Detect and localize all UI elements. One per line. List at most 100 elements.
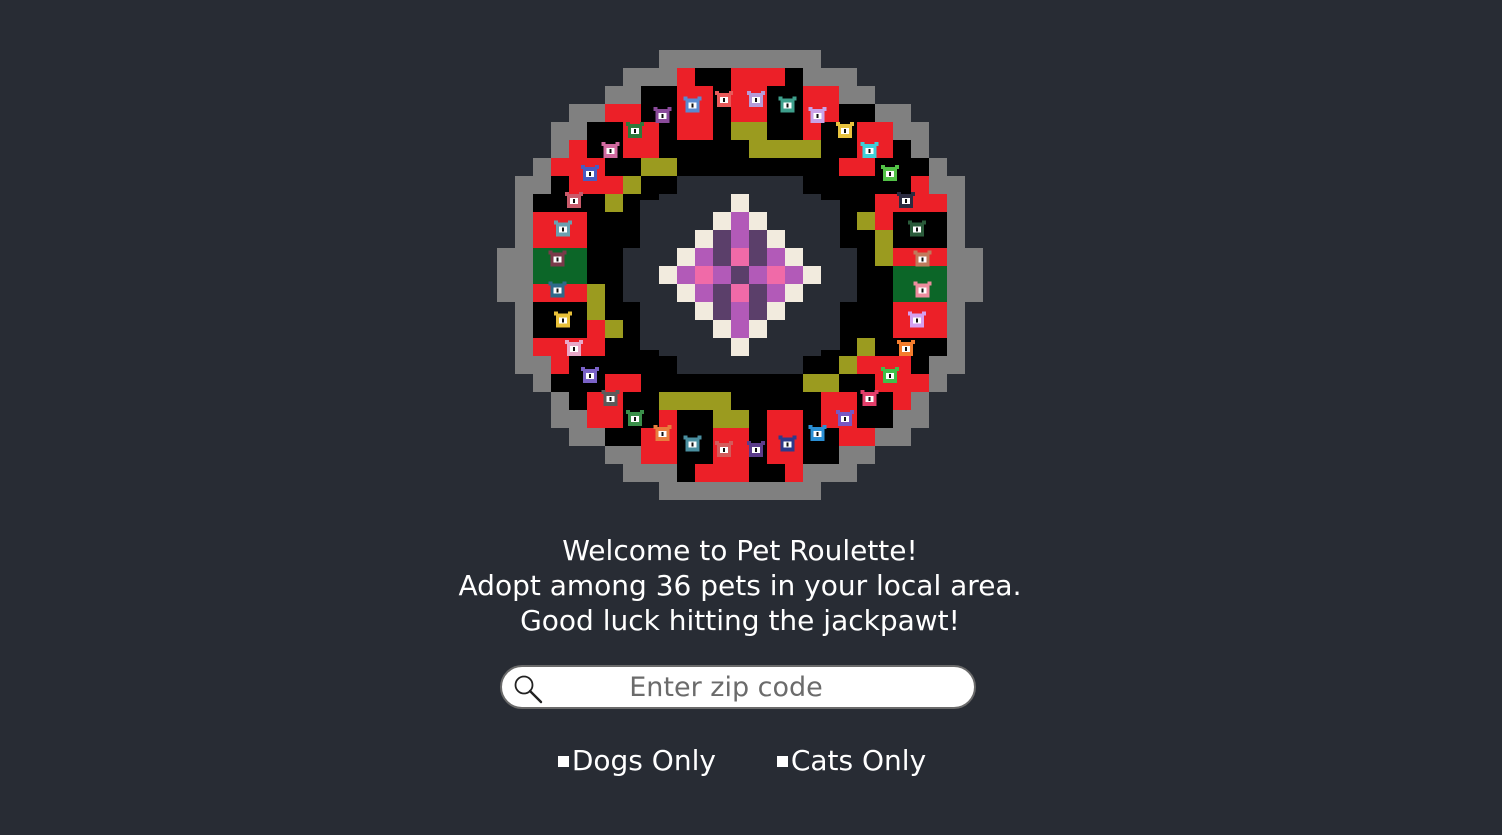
wheel-center-ornament-block [713,284,731,302]
zip-code-input[interactable] [550,669,902,705]
wheel-inner-block [821,356,839,374]
pet-icon[interactable] [554,220,573,237]
wheel-center-ornament-block [695,248,713,266]
pet-icon[interactable] [835,122,854,139]
wheel-center-ornament-block [713,230,731,248]
pet-icon[interactable] [601,390,620,407]
pet-icon[interactable] [581,165,600,182]
pet-icon[interactable] [683,96,702,113]
wheel-slot-block [551,176,569,194]
pet-icon[interactable] [896,340,915,357]
pet-icon[interactable] [896,191,915,208]
pet-icon[interactable] [860,390,879,407]
wheel-inner-block [623,212,641,230]
pet-icon[interactable] [565,191,584,208]
wheel-hub-block [713,356,731,374]
wheel-slot-block [533,212,551,230]
wheel-inner-block [605,302,623,320]
pet-icon[interactable] [746,441,765,458]
pet-icon[interactable] [548,250,567,267]
pet-icon[interactable] [653,106,672,123]
wheel-slot-block [605,176,623,194]
pet-icon[interactable] [554,311,573,328]
pet-icon[interactable] [913,250,932,267]
wheel-gold-block [623,176,641,194]
pet-icon[interactable] [808,106,827,123]
pet-icon[interactable] [626,122,645,139]
pet-icon[interactable] [653,425,672,442]
pet-icon[interactable] [907,220,926,237]
wheel-inner-block [803,356,821,374]
wheel-gold-block [785,392,803,410]
wheel-hub-block [677,356,695,374]
wheel-slot-block [731,428,749,446]
pet-icon[interactable] [548,281,567,298]
wheel-center-ornament-block [695,284,713,302]
wheel-slot-block [587,410,605,428]
wheel-slot-block [749,68,767,86]
pet-icon[interactable] [626,409,645,426]
wheel-slot-block [929,320,947,338]
pet-icon[interactable] [746,90,765,107]
wheel-slot-block [569,392,587,410]
wheel-slot-block [911,176,929,194]
pet-icon[interactable] [907,311,926,328]
pet-icon[interactable] [778,96,797,113]
cats-only-toggle[interactable]: Cats Only [776,744,926,777]
dogs-only-checkbox[interactable] [557,756,569,767]
wheel-rim-block [713,482,731,500]
wheel-center-ornament-block [695,230,713,248]
cats-only-label[interactable]: Cats Only [791,744,926,777]
wheel-rim-block [623,446,641,464]
wheel-hub-block [749,356,767,374]
pet-icon[interactable] [880,366,899,383]
wheel-inner-block [605,248,623,266]
pet-icon[interactable] [715,90,734,107]
wheel-rim-block [497,284,515,302]
wheel-hub-block [623,248,641,266]
pet-icon[interactable] [880,165,899,182]
cats-only-checkbox[interactable] [776,756,788,767]
wheel-rim-block [911,122,929,140]
wheel-slot-block [911,266,929,284]
wheel-slot-block [857,356,875,374]
pet-icon[interactable] [601,141,620,158]
dogs-only-toggle[interactable]: Dogs Only [557,744,716,777]
wheel-inner-block [731,158,749,176]
wheel-slot-block [875,194,893,212]
wheel-slot-block [569,320,587,338]
roulette-wheel[interactable] [490,25,990,525]
wheel-rim-block [515,212,533,230]
wheel-rim-block [803,482,821,500]
wheel-rim-block [749,50,767,68]
dogs-only-label[interactable]: Dogs Only [572,744,716,777]
wheel-slot-block [857,374,875,392]
wheel-gold-block [713,392,731,410]
wheel-slot-block [857,428,875,446]
zip-search-box[interactable] [500,665,976,709]
roulette-wheel-graphic[interactable] [490,25,990,525]
pet-icon[interactable] [835,409,854,426]
pet-icon[interactable] [715,441,734,458]
wheel-slot-block [929,230,947,248]
pet-icon[interactable] [808,425,827,442]
wheel-slot-block [713,68,731,86]
pet-icon[interactable] [683,435,702,452]
wheel-rim-block [911,392,929,410]
wheel-inner-block [785,374,803,392]
wheel-rim-block [821,464,839,482]
pet-icon[interactable] [913,281,932,298]
pet-icon[interactable] [565,340,584,357]
wheel-rim-block [785,50,803,68]
wheel-inner-block [623,194,641,212]
wheel-center-ornament-block [749,212,767,230]
pet-icon[interactable] [778,435,797,452]
wheel-rim-block [947,266,965,284]
wheel-slot-block [695,410,713,428]
wheel-center-ornament-block [749,230,767,248]
wheel-center-ornament-block [695,266,713,284]
pet-icon[interactable] [860,141,879,158]
wheel-rim-block [911,410,929,428]
pet-icon[interactable] [581,366,600,383]
wheel-slot-block [911,374,929,392]
